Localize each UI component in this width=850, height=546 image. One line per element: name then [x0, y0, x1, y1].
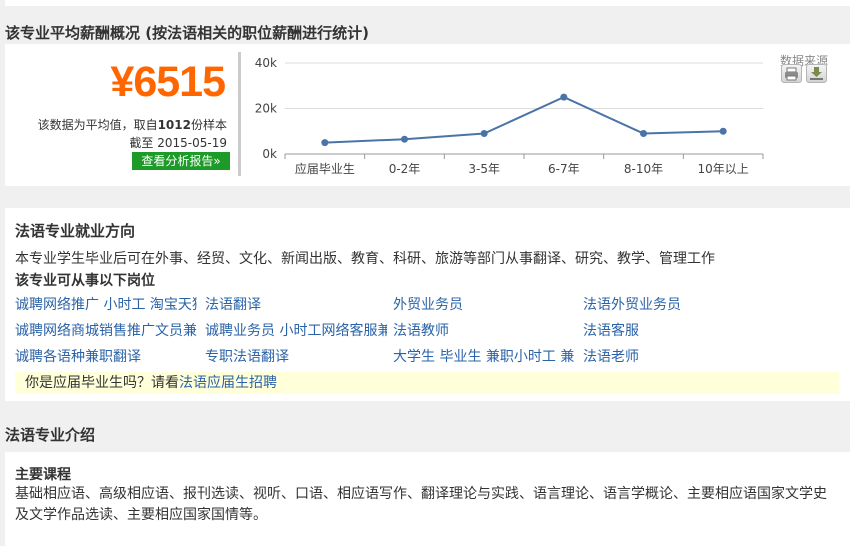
career-panel: 法语专业就业方向 本专业学生毕业后可在外事、经贸、文化、新闻出版、教育、科研、旅…: [5, 208, 850, 401]
graduate-prompt-text: 你是应届毕业生吗？请看: [25, 375, 179, 391]
data-point: [719, 127, 727, 135]
salary-panel: 该专业平均薪酬概况 (按法语相关的职位薪酬进行统计) ¥6515 该数据为平均值…: [5, 14, 850, 186]
download-button[interactable]: [806, 64, 827, 83]
intro-section-title: 法语专业介绍: [5, 426, 96, 444]
avg-suffix: 份样本: [190, 118, 227, 132]
job-link[interactable]: 法语翻译: [205, 294, 387, 314]
job-link[interactable]: 诚聘各语种兼职翻译: [15, 346, 197, 366]
career-section-title: 法语专业就业方向: [15, 222, 136, 240]
career-description: 本专业学生毕业后可在外事、经贸、文化、新闻出版、教育、科研、旅游等部门从事翻译、…: [15, 251, 715, 267]
salary-box: ¥6515 该数据为平均值，取自1012份样本 截至 2015-05-19 查看…: [5, 44, 850, 186]
job-link[interactable]: 诚聘业务员 小时工网络客服兼职: [205, 320, 387, 340]
avg-prefix: 该数据为平均值，取自: [37, 118, 158, 132]
printer-icon: [785, 67, 798, 81]
x-tick-label: 0-2年: [389, 162, 421, 176]
x-tick-label: 应届毕业生: [295, 161, 355, 176]
data-point: [480, 130, 488, 138]
job-link[interactable]: 法语客服: [583, 320, 765, 340]
x-tick-label: 6-7年: [548, 162, 580, 176]
job-link[interactable]: 诚聘网络商城销售推广文员兼职: [15, 320, 197, 340]
print-button[interactable]: [781, 64, 802, 83]
graduate-prompt-bar: 你是应届毕业生吗？请看法语应届生招聘: [15, 372, 839, 394]
series-line: [324, 96, 724, 144]
graduate-jobs-link[interactable]: 法语应届生招聘: [179, 375, 277, 391]
y-tick-label: 0k: [262, 147, 277, 161]
data-point: [401, 135, 408, 143]
average-note: 该数据为平均值，取自1012份样本: [15, 116, 227, 133]
intro-panel: 主要课程 基础相应语、高级相应语、报刊选读、视听、口语、相应语写作、翻译理论与实…: [5, 452, 850, 546]
x-tick-label: 10年以上: [698, 162, 749, 176]
date-line: 截至 2015-05-19: [15, 134, 227, 151]
salary-section-title: 该专业平均薪酬概况 (按法语相关的职位薪酬进行统计): [5, 24, 369, 42]
stat-date: 2015-05-19: [157, 136, 227, 150]
jobs-subtitle: 该专业可从事以下岗位: [15, 273, 155, 289]
x-tick-label: 8-10年: [624, 162, 663, 176]
job-link[interactable]: 法语教师: [393, 320, 575, 340]
data-point: [640, 130, 647, 138]
job-link[interactable]: 诚聘网络推广 小时工 淘宝天猫: [15, 294, 197, 314]
job-link[interactable]: 外贸业务员: [393, 294, 575, 314]
download-icon: [810, 67, 823, 80]
top-strip: [5, 0, 850, 6]
courses-text: 基础相应语、高级相应语、报刊选读、视听、口语、相应语写作、翻译理论与实践、语言理…: [15, 486, 827, 523]
salary-line-chart: 0k 20k 40k 应届毕业生 0-2年 3-5年 6-7年 8-10年 10年以上: [255, 56, 764, 176]
vertical-divider: [238, 52, 241, 176]
y-tick-label: 40k: [255, 56, 277, 70]
data-point: [560, 93, 568, 101]
job-link[interactable]: 法语外贸业务员: [583, 294, 765, 314]
average-salary-amount: ¥6515: [110, 58, 226, 106]
job-link[interactable]: 大学生 毕业生 兼职小时工 兼职: [393, 346, 575, 366]
sample-count: 1012: [157, 118, 191, 132]
view-report-button[interactable]: 查看分析报告»: [132, 152, 230, 170]
data-point: [321, 139, 329, 147]
x-tick-label: 3-5年: [468, 162, 500, 176]
job-link[interactable]: 专职法语翻译: [205, 346, 387, 366]
y-tick-label: 20k: [255, 102, 277, 116]
job-link[interactable]: 法语老师: [583, 346, 765, 366]
courses-title: 主要课程: [15, 467, 71, 483]
date-prefix: 截至: [129, 136, 154, 150]
